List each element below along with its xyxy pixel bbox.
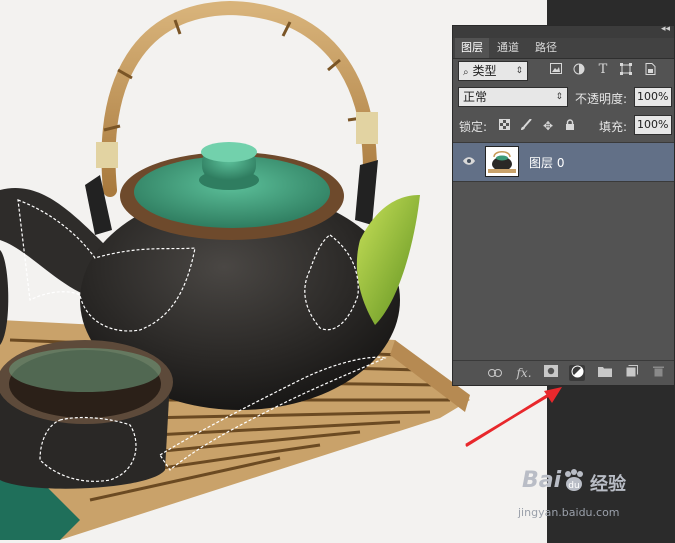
panel-bottom-toolbar: fx. xyxy=(453,360,674,385)
adjustment-layer-icon[interactable] xyxy=(569,365,585,381)
filter-type-label: 类型 xyxy=(472,64,497,78)
baidu-jingyan-watermark: Bai du 经验 jingyan.baidu.com xyxy=(518,468,648,528)
updown-arrow-icon: ⇕ xyxy=(515,66,523,76)
layer-row[interactable]: 图层 0 xyxy=(453,142,674,182)
new-layer-icon[interactable] xyxy=(624,365,640,381)
fx-icon[interactable]: fx. xyxy=(516,365,532,381)
lock-label: 锁定: xyxy=(459,120,488,134)
image-filter-icon[interactable] xyxy=(549,63,563,77)
layers-panel: ◂◂ 图层 通道 路径 ⌕ 类型 ⇕ T 正常 ⇕ 不透明度: 100% 锁定:… xyxy=(452,24,675,386)
panel-tabs: 图层 通道 路径 xyxy=(453,38,674,59)
watermark-url: jingyan.baidu.com xyxy=(518,506,620,519)
lock-move-icon[interactable]: ✥ xyxy=(541,119,555,133)
watermark-brand: Bai xyxy=(522,468,562,493)
fill-label: 填充: xyxy=(599,120,628,134)
layer-name[interactable]: 图层 0 xyxy=(529,154,564,171)
watermark-brand-tail: 经验 xyxy=(590,474,626,495)
blend-mode-value: 正常 xyxy=(463,90,488,104)
lock-paint-icon[interactable] xyxy=(519,118,533,133)
opacity-input[interactable]: 100% xyxy=(634,87,672,107)
annotation-arrow xyxy=(465,387,562,447)
svg-text:du: du xyxy=(568,481,579,491)
panel-collapse-bar[interactable]: ◂◂ xyxy=(453,24,674,38)
lock-all-icon[interactable] xyxy=(563,119,577,133)
trash-icon[interactable] xyxy=(650,365,666,381)
eye-icon[interactable] xyxy=(463,155,475,167)
text-filter-icon[interactable]: T xyxy=(596,63,610,77)
link-icon[interactable] xyxy=(487,365,503,381)
layer-thumbnail xyxy=(485,146,519,177)
paw-icon: du xyxy=(565,469,583,491)
lock-transparent-icon[interactable] xyxy=(497,119,511,133)
search-icon: ⌕ xyxy=(463,67,469,78)
fill-input[interactable]: 100% xyxy=(634,115,672,135)
updown-arrow-icon: ⇕ xyxy=(555,92,563,102)
opacity-label: 不透明度: xyxy=(575,92,628,106)
layer-mask-icon[interactable] xyxy=(543,365,559,381)
tab-layers[interactable]: 图层 xyxy=(455,38,489,58)
blend-mode-select[interactable]: 正常 ⇕ xyxy=(458,87,568,107)
tab-paths[interactable]: 路径 xyxy=(529,38,563,58)
layer-filter-select[interactable]: ⌕ 类型 ⇕ xyxy=(458,61,528,81)
group-folder-icon[interactable] xyxy=(597,365,613,381)
smart-object-filter-icon[interactable] xyxy=(643,63,657,77)
adjustment-filter-icon[interactable] xyxy=(572,63,586,77)
tab-channels[interactable]: 通道 xyxy=(491,38,525,58)
shape-filter-icon[interactable] xyxy=(619,63,633,77)
double-chevron-icon[interactable]: ◂◂ xyxy=(661,24,670,34)
